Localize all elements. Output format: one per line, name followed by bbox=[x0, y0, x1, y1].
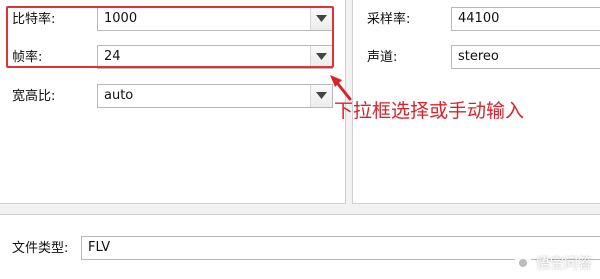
sample-rate-value[interactable]: 44100 bbox=[458, 11, 499, 27]
aspect-ratio-value[interactable]: auto bbox=[104, 88, 133, 104]
channels-label: 声道: bbox=[367, 50, 398, 65]
sample-rate-combobox[interactable]: 44100 bbox=[451, 7, 600, 31]
channels-value[interactable]: stereo bbox=[458, 49, 499, 65]
file-type-label: 文件类型: bbox=[12, 241, 69, 256]
video-settings-panel: 比特率: 1000 帧率: 24 宽高比: auto bbox=[0, 0, 346, 204]
channels-combobox[interactable]: stereo bbox=[451, 45, 600, 69]
annotation-text: 下拉框选择或手动输入 bbox=[334, 100, 525, 122]
aspect-ratio-label: 宽高比: bbox=[12, 89, 56, 104]
aspect-ratio-combobox[interactable]: auto bbox=[97, 84, 333, 108]
wukong-logo-icon bbox=[514, 254, 532, 272]
highlight-box bbox=[6, 6, 334, 68]
watermark-text: 悟空问答 bbox=[536, 256, 592, 272]
sample-rate-label: 采样率: bbox=[367, 12, 411, 27]
file-type-value[interactable]: FLV bbox=[88, 240, 110, 256]
file-settings-panel: 文件类型: FLV bbox=[0, 214, 600, 279]
watermark: 悟空问答 bbox=[514, 253, 592, 273]
chevron-down-icon bbox=[316, 92, 327, 99]
